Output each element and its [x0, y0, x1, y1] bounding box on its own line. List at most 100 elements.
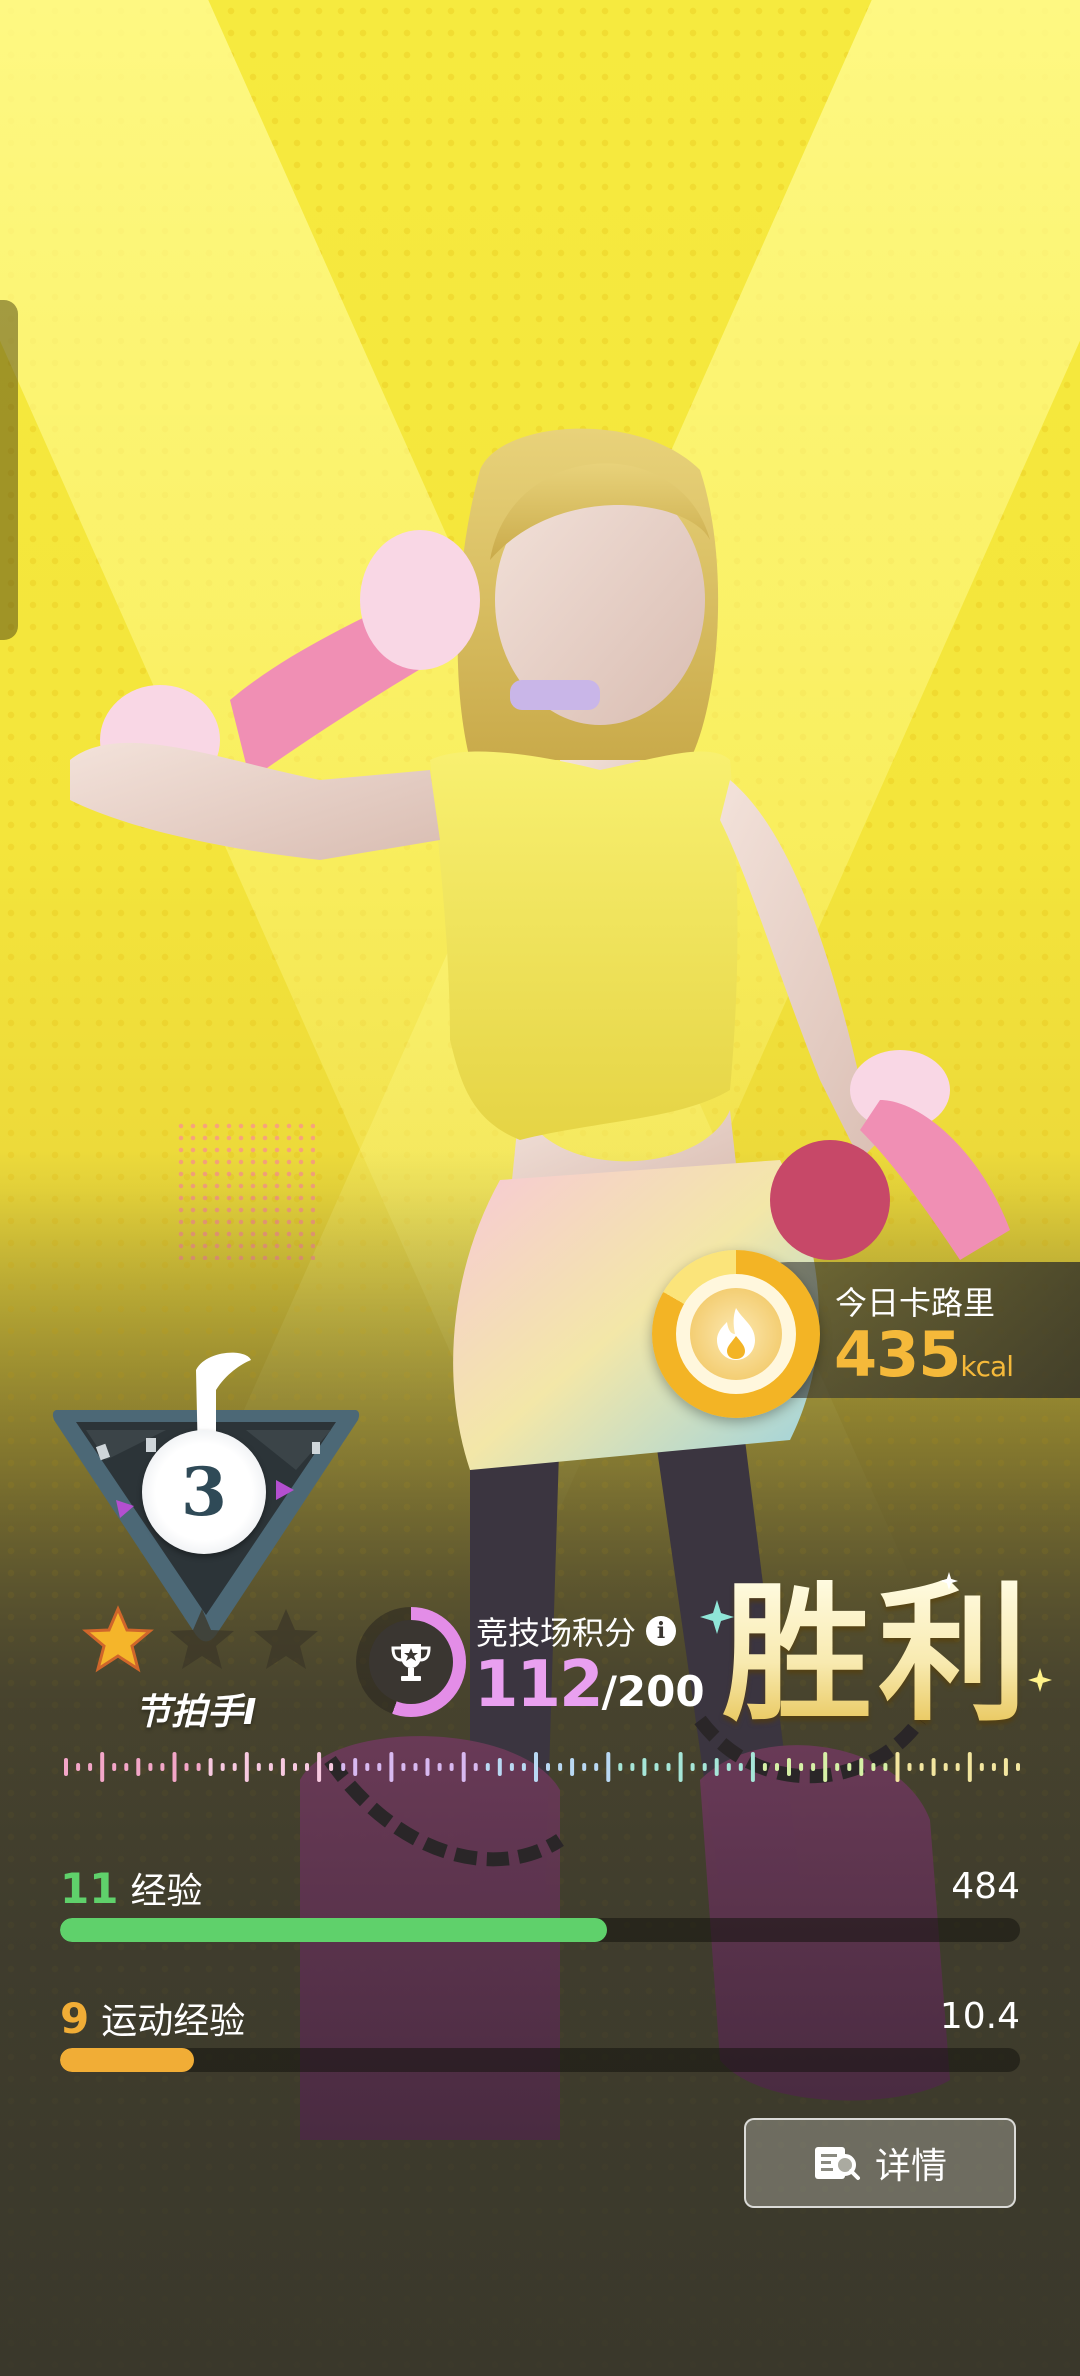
waveform-bar: [160, 1763, 165, 1771]
waveform-bar: [112, 1763, 117, 1771]
arena-score-current: 112: [474, 1648, 604, 1722]
waveform-bar: [509, 1763, 514, 1771]
waveform-bar: [124, 1763, 129, 1771]
trophy-icon: [391, 1644, 431, 1681]
sport-experience-label: 9 运动经验: [60, 1992, 245, 2044]
waveform-bar: [280, 1758, 285, 1776]
sparkle-icon: [940, 1572, 958, 1590]
waveform-bar: [979, 1763, 984, 1771]
calorie-progress-ring: [652, 1250, 820, 1418]
waveform-bar: [365, 1763, 370, 1771]
waveform-bar: [449, 1763, 454, 1771]
star-empty-icon: [254, 1609, 318, 1669]
star-empty-icon: [170, 1609, 234, 1669]
calorie-value: 435kcal: [834, 1318, 1014, 1391]
waveform-bar: [654, 1763, 659, 1771]
waveform-bar: [702, 1763, 707, 1771]
waveform-bar: [305, 1763, 309, 1771]
waveform-bar: [738, 1763, 743, 1771]
waveform-bar: [799, 1763, 804, 1771]
rhythm-waveform: [64, 1752, 1020, 1782]
calorie-unit: kcal: [960, 1350, 1014, 1383]
waveform-bar: [1016, 1763, 1020, 1771]
waveform-bar: [883, 1763, 888, 1771]
waveform-bar: [473, 1763, 478, 1771]
waveform-bar: [184, 1763, 189, 1771]
waveform-bar: [775, 1763, 779, 1771]
victory-title: 胜利: [722, 1568, 1035, 1742]
detail-button[interactable]: 详情: [744, 2118, 1016, 2208]
waveform-bar: [1003, 1758, 1008, 1776]
detail-button-label: 详情: [874, 2146, 947, 2187]
waveform-bar: [546, 1763, 550, 1771]
sport-experience-label-text: 运动经验: [101, 2001, 246, 2042]
detail-search-icon: [814, 2147, 860, 2180]
waveform-bar: [76, 1763, 81, 1771]
waveform-bar: [437, 1763, 442, 1771]
waveform-bar: [762, 1763, 767, 1771]
waveform-bar: [172, 1752, 177, 1782]
waveform-bar: [847, 1763, 852, 1771]
waveform-bar: [485, 1763, 490, 1771]
waveform-bar: [88, 1763, 93, 1771]
waveform-bar: [630, 1763, 635, 1771]
waveform-bar: [461, 1752, 466, 1782]
waveform-bar: [377, 1763, 382, 1771]
waveform-bar: [678, 1752, 683, 1782]
waveform-bar: [666, 1763, 671, 1771]
sparkle-icon: [700, 1600, 734, 1634]
waveform-bar: [823, 1752, 828, 1782]
waveform-bar: [859, 1758, 864, 1776]
waveform-bar: [991, 1763, 996, 1771]
experience-label-text: 经验: [130, 1871, 203, 1912]
info-icon[interactable]: i: [646, 1616, 677, 1646]
sport-experience-value: 10.4: [939, 1996, 1020, 2037]
waveform-bar: [148, 1763, 153, 1771]
experience-label: 11 经验: [60, 1862, 202, 1914]
waveform-bar: [943, 1763, 948, 1771]
rank-title: 节拍手I: [135, 1692, 257, 1733]
waveform-bar: [690, 1763, 695, 1771]
waveform-bar: [787, 1758, 791, 1776]
waveform-bar: [244, 1752, 249, 1782]
waveform-bar: [329, 1763, 334, 1771]
waveform-bar: [871, 1763, 876, 1771]
waveform-bar: [931, 1758, 936, 1776]
arena-score-ring: [356, 1607, 466, 1717]
waveform-bar: [811, 1763, 816, 1771]
waveform-bar: [714, 1758, 719, 1776]
waveform-bar: [268, 1763, 273, 1771]
experience-level: 11: [60, 1864, 119, 1913]
sparkle-icon: [1028, 1668, 1052, 1692]
arena-score-value: 112/200: [474, 1648, 705, 1722]
waveform-bar: [895, 1752, 900, 1782]
waveform-bar: [389, 1752, 394, 1782]
waveform-bar: [341, 1763, 346, 1771]
sport-experience-progress-bar: [60, 2048, 1020, 2072]
waveform-bar: [558, 1763, 563, 1771]
waveform-bar: [726, 1763, 731, 1771]
waveform-bar: [317, 1752, 322, 1782]
rank-level-number: 3: [142, 1430, 266, 1554]
waveform-bar: [570, 1758, 575, 1776]
waveform-bar: [100, 1752, 105, 1782]
waveform-bar: [208, 1758, 213, 1776]
waveform-bar: [293, 1763, 297, 1771]
waveform-bar: [750, 1752, 755, 1782]
waveform-bar: [618, 1763, 623, 1771]
experience-progress-bar: [60, 1918, 1020, 1942]
waveform-bar: [907, 1763, 912, 1771]
experience-value: 484: [951, 1866, 1020, 1907]
waveform-bar: [64, 1758, 68, 1776]
sport-experience-progress-fill: [60, 2048, 195, 2072]
waveform-bar: [425, 1758, 430, 1776]
waveform-bar: [967, 1752, 972, 1782]
waveform-bar: [353, 1758, 358, 1776]
waveform-bar: [196, 1763, 201, 1771]
experience-progress-fill: [60, 1918, 608, 1942]
waveform-bar: [835, 1763, 840, 1771]
waveform-bar: [955, 1763, 960, 1771]
waveform-bar: [220, 1763, 225, 1771]
waveform-bar: [534, 1752, 538, 1782]
waveform-bar: [606, 1752, 611, 1782]
